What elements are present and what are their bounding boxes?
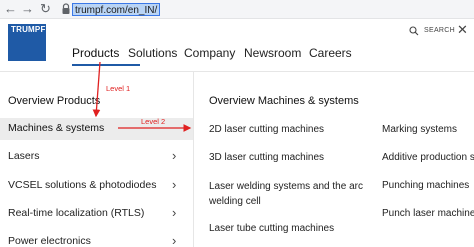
trumpf-logo[interactable]: TRUMPF xyxy=(8,24,46,61)
level2-annotation-label: Level 2 xyxy=(141,117,166,126)
menu-item-vcsel[interactable]: VCSEL solutions & photodiodes › xyxy=(0,175,193,197)
address-bar-url[interactable]: trumpf.com/en_IN/ xyxy=(72,3,161,16)
chevron-right-icon: › xyxy=(172,148,177,163)
chevron-right-icon: › xyxy=(172,233,177,247)
menu-item-label: VCSEL solutions & photodiodes xyxy=(8,179,157,191)
submenu-item-laser-tube-cutting[interactable]: Laser tube cutting machines xyxy=(209,222,334,235)
search-icon[interactable] xyxy=(409,26,419,36)
forward-arrow-icon[interactable]: → xyxy=(21,1,34,17)
search-button[interactable]: SEARCH xyxy=(424,27,455,34)
submenu-item-2d-laser-cutting[interactable]: 2D laser cutting machines xyxy=(209,123,324,136)
back-arrow-icon[interactable]: ← xyxy=(4,1,17,17)
nav-company[interactable]: Company xyxy=(184,46,235,60)
level1-annotation-label: Level 1 xyxy=(106,84,131,93)
chevron-right-icon: › xyxy=(172,177,177,192)
overview-machines-link[interactable]: Overview Machines & systems xyxy=(209,95,359,108)
menu-item-label: Real-time localization (RTLS) xyxy=(8,207,145,219)
logo-text: TRUMPF xyxy=(11,25,46,34)
menu-item-label: Power electronics xyxy=(8,235,91,247)
chevron-right-icon: › xyxy=(172,205,177,220)
column-divider xyxy=(193,72,194,247)
submenu-item-marking-systems[interactable]: Marking systems xyxy=(382,123,457,136)
submenu-item-punch-laser[interactable]: Punch laser machines xyxy=(382,207,474,220)
submenu-item-3d-laser-cutting[interactable]: 3D laser cutting machines xyxy=(209,151,324,164)
overview-products-link[interactable]: Overview Products xyxy=(8,95,100,108)
reload-icon[interactable]: ↻ xyxy=(40,1,51,17)
nav-solutions[interactable]: Solutions xyxy=(128,46,177,60)
nav-newsroom[interactable]: Newsroom xyxy=(244,46,301,60)
nav-products[interactable]: Products xyxy=(72,46,119,60)
close-icon[interactable]: ✕ xyxy=(457,23,468,37)
menu-item-label: Lasers xyxy=(8,150,40,162)
menu-item-label: Machines & systems xyxy=(8,122,105,134)
submenu-item-laser-welding[interactable]: Laser welding systems and the arc weldin… xyxy=(209,179,367,209)
menu-item-lasers[interactable]: Lasers › xyxy=(0,146,193,168)
menu-item-power-electronics[interactable]: Power electronics › xyxy=(0,231,193,247)
header-divider xyxy=(0,71,474,72)
submenu-item-punching-machines[interactable]: Punching machines xyxy=(382,179,469,192)
lock-icon[interactable] xyxy=(61,3,71,15)
nav-careers[interactable]: Careers xyxy=(309,46,352,60)
menu-item-rtls[interactable]: Real-time localization (RTLS) › xyxy=(0,203,193,225)
browser-toolbar: ← → ↻ trumpf.com/en_IN/ xyxy=(0,0,474,19)
active-nav-indicator xyxy=(72,64,140,66)
submenu-item-additive-production[interactable]: Additive production sy xyxy=(382,151,474,164)
